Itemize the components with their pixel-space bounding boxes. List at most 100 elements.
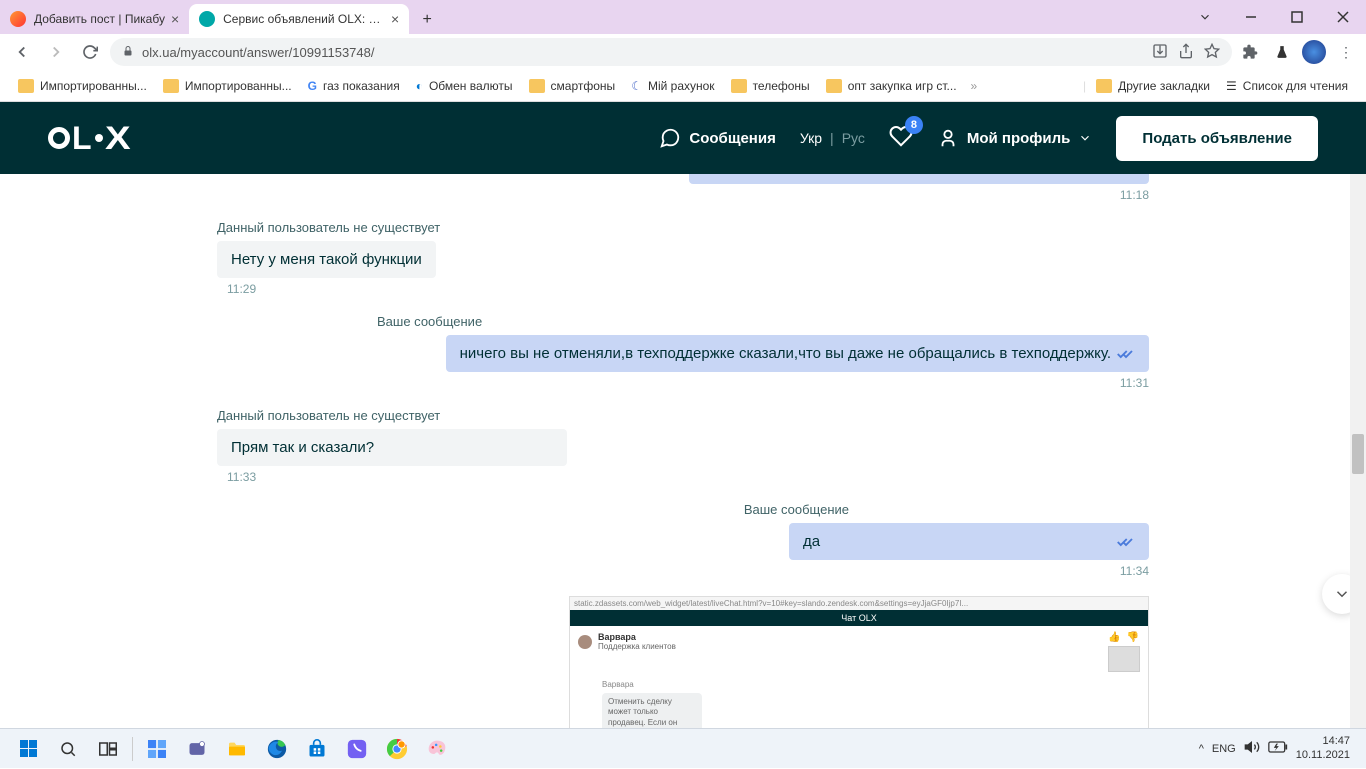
message-bubble-out: да [789,523,1149,560]
exchange-icon: ◐ [416,79,423,93]
sender-label: Ваше сообщение [744,502,849,517]
folder-icon [1096,79,1112,93]
chrome-icon[interactable] [377,729,417,769]
search-icon[interactable] [48,729,88,769]
embed-chat-bubble: Отменить сделку может только продавец. Е… [602,693,702,728]
scrollbar-thumb[interactable] [1352,434,1364,474]
embed-title: Чат OLX [570,610,1148,626]
profile-avatar[interactable] [1302,40,1326,64]
battery-icon[interactable] [1268,741,1288,756]
lang-ua[interactable]: Укр [800,130,822,146]
folder-icon [529,79,545,93]
moon-icon: ☾ [631,79,642,93]
bookmark-item[interactable]: Импортированны... [12,75,153,97]
message-bubble-in: Прям так и сказали? [217,429,567,466]
thumbs-up-icon: 👍 [1108,632,1120,643]
volume-icon[interactable] [1244,739,1260,758]
sender-label: Ваше сообщение [377,314,482,329]
bookmark-item[interactable]: смартфоны [523,75,622,97]
share-icon[interactable] [1178,43,1194,62]
message-time: 11:34 [1120,564,1149,578]
minimize-button[interactable] [1228,0,1274,34]
folder-icon [731,79,747,93]
chat-app-icon[interactable] [177,729,217,769]
bookmarks-bar: Импортированны... Импортированны... Gгаз… [0,70,1366,102]
pikabu-favicon [10,11,26,27]
url-text: olx.ua/myaccount/answer/10991153748/ [142,45,374,60]
chevron-down-icon [1078,131,1092,145]
chevron-down-icon[interactable] [1182,0,1228,34]
thumbnail-image [1108,646,1140,672]
reload-button[interactable] [76,38,104,66]
windows-taskbar: ^ ENG 14:47 10.11.2021 [0,728,1366,768]
menu-icon[interactable]: ⋮ [1334,40,1358,64]
taskview-icon[interactable] [88,729,128,769]
url-input[interactable]: olx.ua/myaccount/answer/10991153748/ [110,38,1232,66]
maximize-button[interactable] [1274,0,1320,34]
messages-link[interactable]: Сообщения [659,127,775,149]
tab-title: Добавить пост | Пикабу [34,12,165,26]
thumbs-down-icon: 👎 [1126,632,1138,643]
message-bubble-in: Нету у меня такой функции [217,241,436,278]
tray-language[interactable]: ENG [1212,743,1236,755]
paint-icon[interactable] [417,729,457,769]
bookmark-reading-list[interactable]: ☰Список для чтения [1220,75,1354,97]
browser-titlebar: Добавить пост | Пикабу × Сервис объявлен… [0,0,1366,34]
tab-pikabu[interactable]: Добавить пост | Пикабу × [0,4,189,34]
folder-icon [826,79,842,93]
favorites-link[interactable]: 8 [889,124,913,152]
close-window-button[interactable] [1320,0,1366,34]
user-icon [937,127,959,149]
lock-icon [122,45,134,60]
bookmark-item[interactable]: Gгаз показания [302,75,406,97]
bookmarks-overflow[interactable]: » [971,79,978,93]
tab-title: Сервис объявлений OLX: сайт ч [223,12,385,26]
star-icon[interactable] [1204,43,1220,62]
message-bubble-out: ничего вы не отменяли,в техподдержке ска… [446,335,1149,372]
edge-icon[interactable] [257,729,297,769]
system-clock[interactable]: 14:47 10.11.2021 [1296,735,1350,761]
tab-olx[interactable]: Сервис объявлений OLX: сайт ч × [189,4,409,34]
viber-icon[interactable] [337,729,377,769]
message-time: 11:29 [217,282,1149,296]
start-button[interactable] [8,729,48,769]
close-icon[interactable]: × [391,11,399,27]
bookmark-item[interactable]: телефоны [725,75,816,97]
google-icon: G [308,79,317,93]
favorites-badge: 8 [905,116,923,134]
previous-message-tail [217,174,1149,184]
embed-bubble-name: Варвара [602,680,1140,689]
install-app-icon[interactable] [1152,43,1168,62]
language-switcher: Укр | Рус [800,130,865,146]
explorer-icon[interactable] [217,729,257,769]
olx-logo[interactable]: LX [48,120,127,157]
olx-favicon [199,11,215,27]
bookmark-item[interactable]: опт закупка игр ст... [820,75,963,97]
store-icon[interactable] [297,729,337,769]
agent-name: Варвара [598,632,676,642]
tray-chevron-icon[interactable]: ^ [1199,743,1204,755]
olx-header: LX Сообщения Укр | Рус 8 Мой профиль Под… [0,102,1366,174]
address-bar: olx.ua/myaccount/answer/10991153748/ ⋮ [0,34,1366,70]
read-checks-icon [1117,536,1135,548]
bookmark-other[interactable]: Другие закладки [1090,75,1216,97]
flask-icon[interactable] [1270,40,1294,64]
close-icon[interactable]: × [171,11,179,27]
scrollbar-track[interactable] [1350,174,1366,728]
bookmark-item[interactable]: ☾Мій рахунок [625,75,720,97]
bookmark-item[interactable]: Импортированны... [157,75,298,97]
agent-role: Поддержка клиентов [598,642,676,651]
back-button[interactable] [8,38,36,66]
extensions-icon[interactable] [1238,40,1262,64]
widgets-icon[interactable] [137,729,177,769]
folder-icon [163,79,179,93]
lang-ru[interactable]: Рус [842,130,865,146]
message-time: 11:31 [1120,376,1149,390]
profile-menu[interactable]: Мой профиль [937,127,1093,149]
message-time: 11:18 [217,188,1149,202]
bookmark-item[interactable]: ◐Обмен валюты [410,75,519,97]
embed-url: static.zdassets.com/web_widget/latest/li… [570,597,1148,610]
post-ad-button[interactable]: Подать объявление [1116,116,1318,161]
forward-button[interactable] [42,38,70,66]
new-tab-button[interactable]: + [413,6,441,34]
